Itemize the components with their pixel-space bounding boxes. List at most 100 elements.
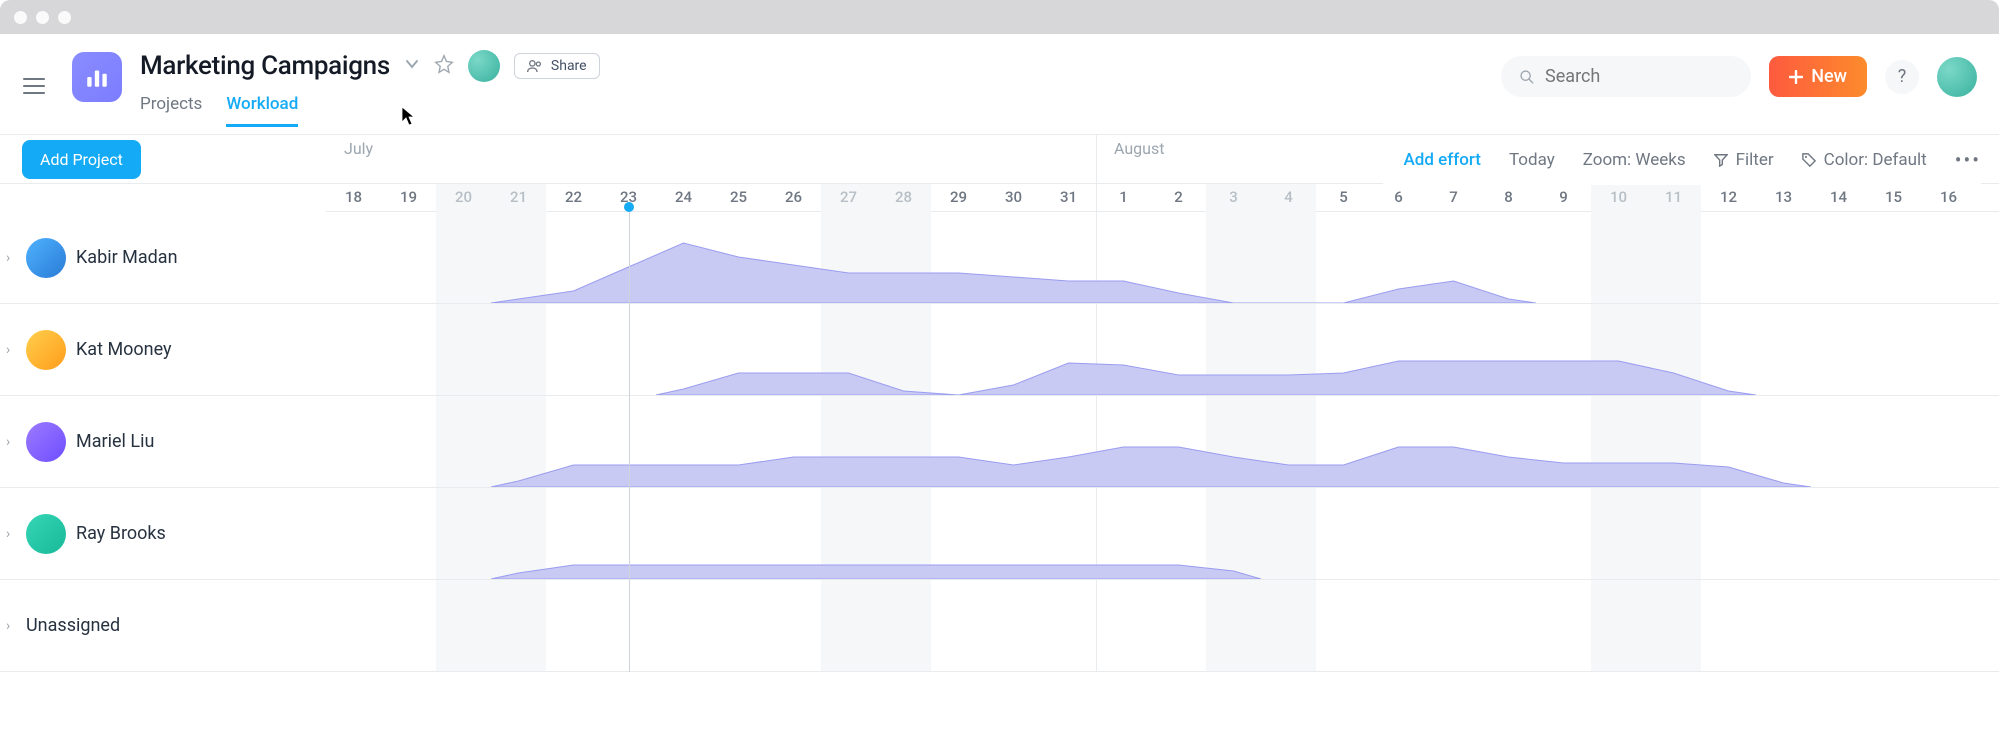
add-effort-button[interactable]: Add effort [1403, 150, 1481, 170]
topbar-right-controls: New ? [1501, 56, 1977, 97]
expand-caret[interactable]: › [6, 434, 16, 450]
weekend-column [1206, 184, 1316, 212]
traffic-light-minimize[interactable] [36, 11, 49, 24]
timeline-row[interactable] [326, 580, 1999, 672]
title-dropdown-caret[interactable] [404, 56, 420, 76]
person-name: Unassigned [26, 615, 120, 636]
weekend-column [436, 184, 546, 212]
help-button[interactable]: ? [1885, 60, 1919, 94]
filter-label: Filter [1736, 150, 1774, 170]
day-label: 4 [1284, 188, 1293, 206]
search-icon [1519, 68, 1535, 86]
person-name: Ray Brooks [76, 523, 166, 544]
workload-area [326, 211, 1976, 303]
person-avatar[interactable] [26, 238, 66, 278]
day-label: 12 [1720, 188, 1737, 206]
tab-workload[interactable]: Workload [226, 94, 298, 127]
hamburger-button[interactable] [16, 68, 52, 104]
person-name: Kat Mooney [76, 339, 172, 360]
day-label: 1 [1119, 188, 1128, 206]
chevron-down-icon [404, 56, 420, 72]
share-button[interactable]: Share [514, 53, 600, 79]
workload-area [326, 303, 1976, 395]
day-label: 16 [1940, 188, 1957, 206]
workload-grid: › Kabir Madan › Kat Mooney › Mariel Liu › Ray B… [0, 212, 1999, 732]
tag-icon [1802, 153, 1816, 167]
page-title: Marketing Campaigns [140, 51, 390, 81]
timeline-row[interactable] [326, 488, 1999, 580]
day-label: 6 [1394, 188, 1403, 206]
person-name: Mariel Liu [76, 431, 154, 452]
people-column: › Kabir Madan › Kat Mooney › Mariel Liu › Ray B… [0, 212, 326, 672]
day-label: 8 [1504, 188, 1513, 206]
day-label: 20 [455, 188, 472, 206]
today-button[interactable]: Today [1509, 150, 1555, 170]
member-avatar[interactable] [468, 50, 500, 82]
day-label: 2 [1174, 188, 1183, 206]
month-label: August [1114, 139, 1164, 158]
expand-caret[interactable]: › [6, 342, 16, 358]
traffic-light-close[interactable] [14, 11, 27, 24]
timeline-row[interactable] [326, 396, 1999, 488]
person-row: › Mariel Liu [0, 396, 326, 488]
more-button[interactable]: ••• [1955, 148, 1981, 172]
project-icon [72, 52, 122, 102]
workload-toolbar: Add Project July August Add effort Today … [0, 134, 1999, 184]
day-label: 24 [675, 188, 692, 206]
expand-caret[interactable]: › [6, 618, 16, 634]
day-label: 30 [1005, 188, 1022, 206]
favorite-button[interactable] [434, 54, 454, 78]
new-button[interactable]: New [1769, 56, 1867, 97]
person-row: › Kat Mooney [0, 304, 326, 396]
expand-caret[interactable]: › [6, 250, 16, 266]
day-label: 22 [565, 188, 582, 206]
bar-chart-icon [84, 64, 110, 90]
person-avatar[interactable] [26, 514, 66, 554]
filter-icon [1714, 153, 1728, 167]
timeline-row[interactable] [326, 212, 1999, 304]
color-button[interactable]: Color: Default [1802, 150, 1927, 170]
left-spacer [0, 184, 326, 212]
day-label: 10 [1610, 188, 1627, 206]
month-label: July [344, 139, 373, 158]
timeline-rows [326, 212, 1999, 672]
search-input[interactable] [1545, 66, 1733, 87]
today-marker [624, 202, 634, 212]
share-label: Share [551, 58, 587, 74]
filter-button[interactable]: Filter [1714, 150, 1774, 170]
day-label: 18 [345, 188, 362, 206]
day-label: 5 [1339, 188, 1348, 206]
today-line [629, 212, 630, 672]
person-avatar[interactable] [26, 422, 66, 462]
color-label: Color: Default [1824, 150, 1927, 170]
day-label: 29 [950, 188, 967, 206]
day-label: 25 [730, 188, 747, 206]
title-block: Marketing Campaigns Share Projects Worklo… [140, 42, 600, 127]
star-icon [434, 54, 454, 74]
day-label: 26 [785, 188, 802, 206]
day-label: 31 [1060, 188, 1077, 206]
day-label: 14 [1830, 188, 1847, 206]
toolbar-right: Add effort Today Zoom: Weeks Filter Colo… [1383, 135, 1981, 185]
new-label: New [1811, 66, 1847, 87]
day-label: 3 [1229, 188, 1238, 206]
day-header: 1819202122232425262728293031123456789101… [326, 184, 1999, 212]
add-project-button[interactable]: Add Project [22, 140, 141, 179]
person-name: Kabir Madan [76, 247, 178, 268]
day-label: 11 [1665, 188, 1682, 206]
person-row: › Kabir Madan [0, 212, 326, 304]
traffic-light-zoom[interactable] [58, 11, 71, 24]
tabs-row: Projects Workload [140, 94, 600, 127]
help-icon: ? [1898, 66, 1907, 87]
timeline-row[interactable] [326, 304, 1999, 396]
day-label: 28 [895, 188, 912, 206]
search-box[interactable] [1501, 56, 1751, 97]
zoom-button[interactable]: Zoom: Weeks [1583, 150, 1686, 170]
window-chrome [0, 0, 1999, 34]
me-avatar[interactable] [1937, 57, 1977, 97]
hamburger-icon [23, 78, 45, 94]
expand-caret[interactable]: › [6, 526, 16, 542]
person-avatar[interactable] [26, 330, 66, 370]
tab-projects[interactable]: Projects [140, 94, 202, 127]
day-label: 27 [840, 188, 857, 206]
